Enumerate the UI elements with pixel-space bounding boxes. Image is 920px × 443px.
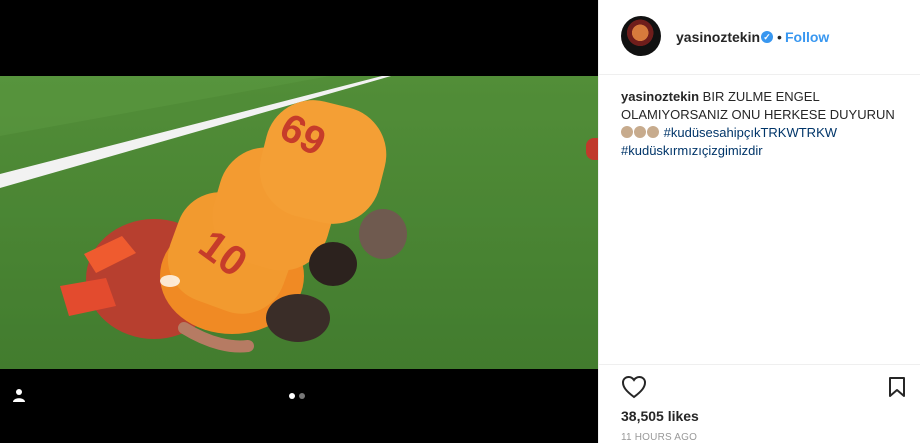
- media-controls-bar: [0, 369, 598, 443]
- user-tag-icon[interactable]: [12, 388, 26, 402]
- carousel-dot-active[interactable]: [289, 393, 295, 399]
- post-media: 10 69: [0, 0, 598, 443]
- caption-username[interactable]: yasinoztekin: [621, 89, 699, 104]
- header-separator: •: [777, 29, 782, 45]
- next-post-edge[interactable]: [586, 138, 598, 160]
- heart-outline-icon[interactable]: [621, 374, 647, 400]
- actions-divider: [599, 364, 920, 365]
- carousel-dot[interactable]: [299, 393, 305, 399]
- avatar[interactable]: [621, 16, 661, 56]
- verified-icon: ✓: [761, 31, 773, 43]
- post-side-panel: yasinoztekin ✓ • Follow yasinoztekin BIR…: [598, 0, 920, 443]
- follow-button[interactable]: Follow: [785, 29, 829, 45]
- post-caption: yasinoztekin BIR ZULME ENGEL OLAMIYORSAN…: [621, 88, 913, 160]
- caption-line-2: OLAMIYORSANIZ ONU HERKESE DUYURUN: [621, 107, 895, 122]
- likes-count[interactable]: 38,505 likes: [621, 408, 699, 424]
- hashtag-link[interactable]: #kudüskırmızıçizgimizdir: [621, 142, 913, 160]
- post-header: yasinoztekin ✓ • Follow: [599, 0, 920, 75]
- praying-emoji-icon: [634, 126, 646, 138]
- praying-emoji-icon: [621, 126, 633, 138]
- carousel-indicator: [289, 393, 305, 399]
- post-timestamp: 11 HOURS AGO: [621, 432, 698, 443]
- hashtag-link[interactable]: #kudüsesahipçıkTRKWTRKW: [664, 125, 837, 140]
- praying-emoji-icon: [647, 126, 659, 138]
- caption-line-1: BIR ZULME ENGEL: [702, 89, 820, 104]
- post-author-username[interactable]: yasinoztekin: [676, 29, 760, 45]
- post-photo[interactable]: 10 69: [0, 76, 598, 369]
- bookmark-icon[interactable]: [887, 376, 907, 398]
